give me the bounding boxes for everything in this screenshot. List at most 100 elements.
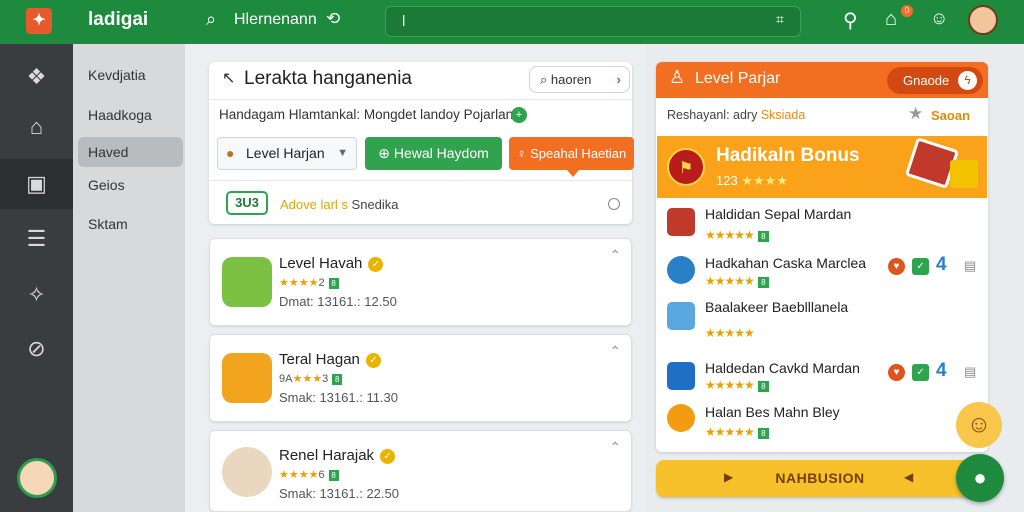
search-input[interactable]: l bbox=[385, 6, 801, 37]
smiley-icon[interactable]: ☺ bbox=[930, 8, 948, 29]
divider bbox=[209, 99, 632, 100]
tooltip-arrow bbox=[567, 170, 579, 177]
panel-title: Level Parjar bbox=[695, 70, 781, 87]
subtitle: Handagam Hlamtankal: Mongdet landoy Poja… bbox=[219, 107, 517, 122]
chevron-up-icon[interactable]: ⌃ bbox=[609, 247, 621, 264]
profile-fab[interactable]: ● bbox=[956, 454, 1004, 502]
nav-item[interactable]: Kevdjatia bbox=[78, 60, 183, 90]
search-button[interactable]: ⌕ haoren › bbox=[529, 66, 630, 93]
list-item[interactable]: Teral Hagan ✓ 9A★★★3 8 Smak: 13161.: 11.30… bbox=[209, 334, 632, 422]
ranking-count: 4 bbox=[936, 254, 947, 275]
bonus-subline: 123 ★★★★ bbox=[716, 173, 788, 188]
radio-button[interactable] bbox=[608, 198, 620, 210]
home-icon[interactable]: ⌂ bbox=[885, 8, 897, 31]
item-name: Teral Hagan ✓ bbox=[279, 351, 381, 368]
icon-rail: ❖ ⌂ ▣ ☰ ✧ ⊘ bbox=[0, 44, 73, 512]
verified-icon: ✓ bbox=[365, 353, 381, 368]
add-icon[interactable]: + bbox=[511, 107, 527, 123]
item-meta: Smak: 13161.: 11.30 bbox=[279, 390, 399, 405]
item-rating: ★★★★2 8 bbox=[279, 276, 339, 289]
item-meta: Dmat: 13161.: 12.50 bbox=[279, 294, 397, 309]
cube-icon[interactable]: ❖ bbox=[0, 52, 73, 102]
verified-icon: ✓ bbox=[380, 449, 396, 464]
item-rating: 9A★★★3 8 bbox=[279, 372, 343, 385]
notification-badge: 0 bbox=[901, 5, 913, 17]
gift-icon bbox=[950, 160, 978, 188]
nav-item[interactable]: Sktam bbox=[78, 209, 183, 239]
item-meta: Smak: 13161.: 22.50 bbox=[279, 486, 399, 501]
search-label[interactable]: Hlernenann bbox=[234, 11, 317, 29]
ranking-item-name[interactable]: Halan Bes Mahn Bley bbox=[705, 404, 840, 420]
badge-icon: ● bbox=[226, 145, 235, 161]
item-icon bbox=[667, 302, 695, 330]
bolt-icon[interactable]: ϟ bbox=[958, 71, 977, 90]
page-title: Lerakta hanganenia bbox=[244, 68, 412, 89]
item-icon bbox=[667, 256, 695, 284]
check-icon[interactable]: ✓ bbox=[912, 364, 929, 381]
inbox-icon[interactable]: ▣ bbox=[0, 159, 73, 209]
ranking-count: 4 bbox=[936, 360, 947, 381]
search-icon[interactable]: ⚲ bbox=[843, 8, 858, 33]
item-icon bbox=[667, 208, 695, 236]
search-button-label: haoren bbox=[550, 72, 592, 87]
status-text: Snedika bbox=[351, 197, 399, 212]
status-highlight: Adove larl s bbox=[280, 197, 348, 212]
ranking-item-name[interactable]: Haldedan Cavkd Mardan bbox=[705, 360, 860, 376]
list-icon[interactable]: ☰ bbox=[0, 214, 73, 264]
item-thumbnail bbox=[222, 257, 272, 307]
avatar[interactable] bbox=[968, 5, 998, 35]
secondary-nav: Kevdjatia Haadkoga Haved Geios Sktam bbox=[73, 44, 185, 512]
nav-item[interactable]: Geios bbox=[78, 170, 183, 200]
list-item[interactable]: Level Havah ✓ ★★★★2 8 Dmat: 13161.: 12.50 … bbox=[209, 238, 632, 326]
check-icon[interactable]: ✓ bbox=[912, 258, 929, 275]
ranking-item-name[interactable]: Hadkahan Caska Marclea bbox=[705, 255, 866, 271]
user-icon: ♙ bbox=[669, 67, 686, 87]
star-icon[interactable]: ★ bbox=[908, 104, 923, 124]
arrow-left-icon: ◀ bbox=[904, 470, 914, 484]
level-select[interactable]: ● Level Harjan ▼ bbox=[217, 137, 357, 170]
trophy-icon: ⚑ bbox=[667, 148, 705, 186]
status-line: Adove larl s Snedika bbox=[280, 197, 399, 212]
heart-icon[interactable]: ♥ bbox=[888, 258, 905, 275]
item-rating: ★★★★6 8 bbox=[279, 468, 339, 481]
compass-icon[interactable]: ⊘ bbox=[0, 324, 73, 374]
item-icon bbox=[667, 404, 695, 432]
list-item[interactable]: Renel Harajak ✓ ★★★★6 8 Smak: 13161.: 22.5… bbox=[209, 430, 632, 512]
user-avatar[interactable] bbox=[17, 458, 57, 498]
ranking-item-name[interactable]: Haldidan Sepal Mardan bbox=[705, 206, 851, 222]
nav-item[interactable]: Haadkoga bbox=[78, 100, 183, 130]
green-button-label: Hewal Haydom bbox=[393, 145, 489, 161]
chevron-right-icon: › bbox=[616, 72, 621, 87]
chevron-up-icon[interactable]: ⌃ bbox=[609, 439, 621, 456]
search-icon[interactable]: ⌕ bbox=[206, 9, 216, 30]
document-icon[interactable]: ▤ bbox=[964, 258, 976, 274]
history-icon[interactable]: ⟲ bbox=[326, 9, 340, 29]
ranking-item-stars: ★★★★★ bbox=[705, 326, 755, 340]
pointer-icon: ↖ bbox=[222, 70, 236, 87]
document-icon[interactable]: ▤ bbox=[964, 364, 976, 380]
verified-icon: ✓ bbox=[368, 257, 384, 272]
ranking-item-stars: ★★★★★ 8 bbox=[705, 378, 769, 392]
ranking-item-stars: ★★★★★ 8 bbox=[705, 228, 769, 242]
panel-subline: Reshayanl: adry Sksiada bbox=[667, 108, 806, 122]
green-button[interactable]: ⊕ Hewal Haydom bbox=[365, 137, 502, 170]
orange-button[interactable]: ♀ Speahal Haetian bbox=[509, 137, 634, 170]
arrow-right-icon: ▶ bbox=[724, 470, 734, 484]
orange-button-label: Speahal Haetian bbox=[530, 146, 627, 161]
smiley-face-icon[interactable]: ☺ bbox=[956, 402, 1002, 448]
ranking-item-name[interactable]: Baalakeer Baeblllanela bbox=[705, 299, 848, 315]
scan-icon[interactable]: ⌗ bbox=[776, 11, 784, 28]
chevron-up-icon[interactable]: ⌃ bbox=[609, 343, 621, 360]
share-icon[interactable]: ✧ bbox=[0, 270, 73, 320]
divider bbox=[209, 180, 632, 181]
home-icon[interactable]: ⌂ bbox=[0, 102, 73, 152]
item-thumbnail bbox=[222, 353, 272, 403]
nav-item-active[interactable]: Haved bbox=[78, 137, 183, 167]
ranking-item-stars: ★★★★★ 8 bbox=[705, 274, 769, 288]
item-name: Renel Harajak ✓ bbox=[279, 447, 396, 464]
app-title: ladigai bbox=[88, 9, 149, 30]
heart-icon[interactable]: ♥ bbox=[888, 364, 905, 381]
status-badge: 3U3 bbox=[226, 191, 268, 215]
logo-icon[interactable]: ✦ bbox=[26, 8, 52, 34]
select-value: Level Harjan bbox=[246, 145, 325, 161]
